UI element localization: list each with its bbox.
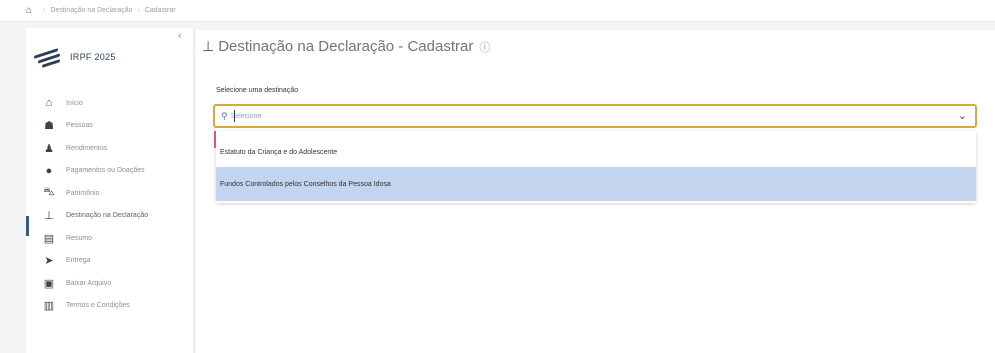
sidebar-item-label: Rendimentos [66, 144, 108, 152]
sidebar-item-rendimentos[interactable]: ♟ Rendimentos [42, 137, 192, 160]
download-file-icon: ▣ [43, 277, 55, 290]
breadcrumb-item-current: Cadastrar [144, 7, 176, 14]
sidebar-item-label: Destinação na Declaração [66, 212, 149, 220]
active-indicator [26, 216, 29, 236]
sidebar-item-pessoas[interactable]: ☗ Pessoas [42, 115, 192, 138]
app-logo: IRPF 2025 [34, 48, 116, 68]
sidebar-item-entrega[interactable]: ➤ Entrega [42, 250, 192, 273]
send-icon: ➤ [44, 255, 54, 268]
sidebar-item-label: Resumo [66, 234, 93, 242]
sidebar-item-label: Termos e Condições [66, 302, 130, 310]
home-icon[interactable]: ⌂ [26, 5, 32, 16]
home-icon: ⌂ [45, 97, 53, 110]
breadcrumb-separator: › [43, 7, 46, 14]
page-title: ⊥ Destinação na Declaração - Cadastrar ⓘ [202, 38, 490, 55]
sidebar-item-termos[interactable]: ▥ Termos e Condições [42, 295, 192, 318]
donation-icon: ● [45, 164, 53, 177]
sidebar-item-label: Pagamentos ou Doações [66, 167, 145, 175]
sidebar-nav: ⌂ Início ☗ Pessoas ♟ Rendimentos ● Pagam… [42, 92, 192, 317]
dropdown-option[interactable]: Estatuto da Criança e do Adolescente [216, 135, 976, 169]
breadcrumb-item-destination[interactable]: Destinação na Declaração [50, 7, 132, 14]
car-icon: ⛍ [43, 186, 55, 199]
money-bag-icon: ♟ [44, 142, 54, 155]
sidebar-item-label: Início [66, 99, 83, 107]
destination-dropdown-list: Estatuto da Criança e do Adolescente Fun… [214, 131, 976, 203]
select-placeholder: Selecione [230, 112, 262, 120]
sidebar-item-destinacao[interactable]: ⊥ Destinação na Declaração [42, 205, 192, 228]
page-title-text: Destinação na Declaração - Cadastrar [218, 38, 474, 55]
destination-field-label: Selecione uma destinação [216, 87, 299, 94]
search-icon: ⚲ [221, 110, 228, 121]
collapse-sidebar-icon[interactable]: ‹ [178, 30, 182, 42]
sidebar-item-patrimonio[interactable]: ⛍ Patrimônio [42, 182, 192, 205]
destination-icon: ⊥ [44, 210, 54, 223]
sidebar-item-pagamentos[interactable]: ● Pagamentos ou Doações [42, 160, 192, 183]
destination-select[interactable]: ⚲ Selecione ⌄ [213, 104, 977, 128]
terms-icon: ▥ [43, 300, 55, 313]
sidebar-item-label: Baixar Arquivo [66, 279, 112, 287]
sidebar-item-label: Patrimônio [66, 189, 100, 197]
people-icon: ☗ [44, 120, 54, 133]
summary-icon: ▤ [43, 232, 55, 245]
help-circle-icon[interactable]: ⓘ [479, 39, 490, 55]
sidebar-item-resumo[interactable]: ▤ Resumo [42, 227, 192, 250]
breadcrumb-separator: › [137, 7, 140, 14]
logo-mark-icon [34, 48, 66, 68]
text-cursor [234, 110, 235, 122]
sidebar-item-label: Entrega [66, 257, 91, 265]
logo-label: IRPF 2025 [70, 52, 116, 62]
sidebar-item-inicio[interactable]: ⌂ Início [42, 92, 192, 115]
breadcrumb: ⌂ › Destinação na Declaração › Cadastrar [0, 0, 995, 22]
destination-icon: ⊥ [202, 38, 215, 54]
chevron-down-icon[interactable]: ⌄ [958, 109, 967, 122]
sidebar-item-label: Pessoas [66, 122, 93, 130]
dropdown-option-highlighted[interactable]: Fundos Controlados pelos Conselhos da Pe… [216, 167, 976, 201]
sidebar-item-baixar-arquivo[interactable]: ▣ Baixar Arquivo [42, 272, 192, 295]
